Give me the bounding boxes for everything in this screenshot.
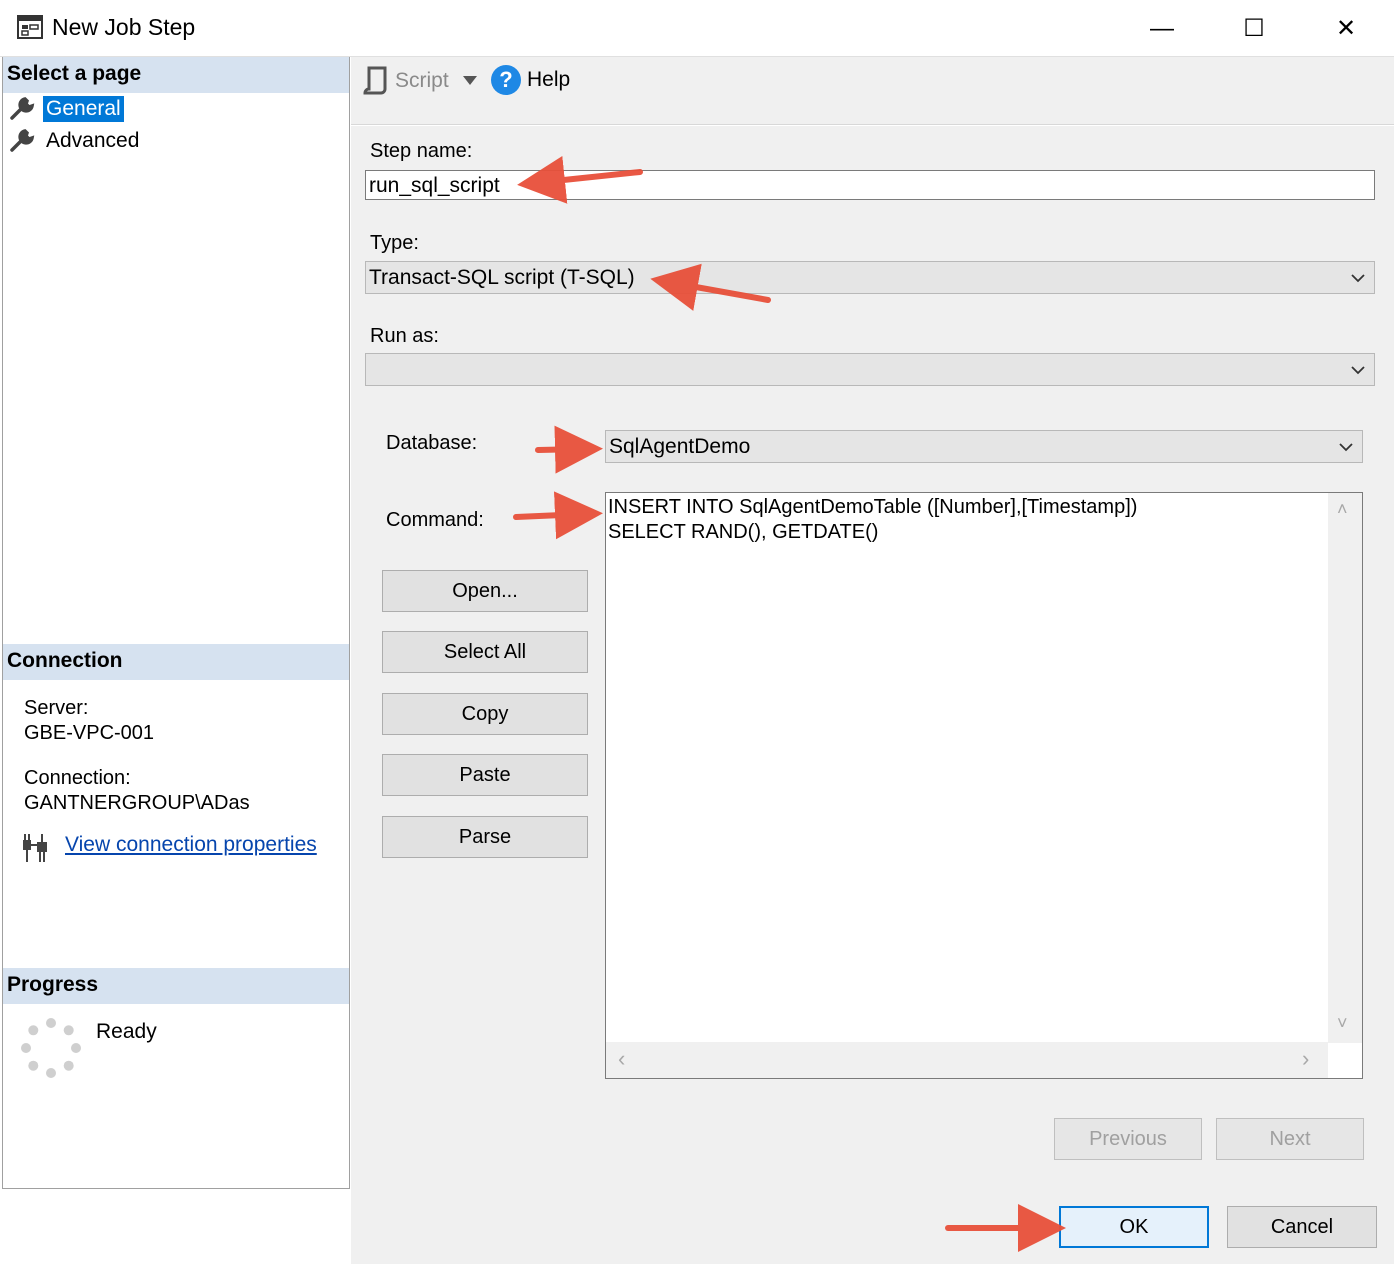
progress-spinner-icon bbox=[21, 1018, 81, 1078]
type-select[interactable]: Transact-SQL script (T-SQL) bbox=[365, 261, 1375, 294]
progress-header: Progress bbox=[3, 968, 349, 1004]
progress-status: Ready bbox=[96, 1020, 157, 1043]
window-title: New Job Step bbox=[52, 14, 196, 40]
minimize-button[interactable]: — bbox=[1116, 0, 1208, 57]
wrench-icon bbox=[10, 129, 35, 152]
scroll-left-icon[interactable]: ‹ bbox=[618, 1046, 625, 1072]
page-item-general[interactable]: General bbox=[9, 94, 124, 124]
chevron-down-icon bbox=[1339, 443, 1353, 452]
parse-button[interactable]: Parse bbox=[382, 816, 588, 858]
vertical-scrollbar[interactable]: ˄ ˅ bbox=[1328, 493, 1362, 1043]
script-button[interactable]: Script bbox=[361, 65, 483, 97]
help-label: Help bbox=[527, 68, 571, 91]
database-select-value: SqlAgentDemo bbox=[609, 435, 751, 458]
cancel-button[interactable]: Cancel bbox=[1227, 1206, 1377, 1248]
scroll-right-icon[interactable]: › bbox=[1302, 1046, 1309, 1072]
wrench-icon bbox=[10, 97, 35, 120]
help-button[interactable]: ? Help bbox=[491, 65, 570, 95]
scroll-up-icon[interactable]: ˄ bbox=[1337, 499, 1348, 520]
ok-button[interactable]: OK bbox=[1059, 1206, 1209, 1248]
page-item-label: General bbox=[43, 96, 124, 122]
view-connection-properties-link[interactable]: View connection properties bbox=[65, 833, 317, 857]
previous-button[interactable]: Previous bbox=[1054, 1118, 1202, 1160]
chevron-down-icon bbox=[1351, 366, 1365, 375]
horizontal-scrollbar[interactable]: ‹ › bbox=[606, 1042, 1328, 1078]
title-bar: New Job Step — ☐ ✕ bbox=[0, 0, 1394, 57]
close-button[interactable]: ✕ bbox=[1300, 0, 1392, 57]
run-as-label: Run as: bbox=[370, 325, 439, 347]
command-textarea[interactable]: INSERT INTO SqlAgentDemoTable ([Number],… bbox=[605, 492, 1363, 1079]
connection-label: Connection: bbox=[24, 767, 131, 789]
scroll-down-icon[interactable]: ˅ bbox=[1337, 1013, 1348, 1034]
toolbar: Script ? Help bbox=[351, 57, 1394, 125]
plug-icon bbox=[23, 834, 47, 862]
connection-header: Connection bbox=[3, 644, 349, 680]
command-line: SELECT RAND(), GETDATE() bbox=[608, 521, 879, 543]
copy-button[interactable]: Copy bbox=[382, 693, 588, 735]
server-label: Server: bbox=[24, 697, 89, 719]
command-text: INSERT INTO SqlAgentDemoTable ([Number],… bbox=[608, 495, 1137, 545]
run-as-select[interactable] bbox=[365, 353, 1375, 386]
command-line: INSERT INTO SqlAgentDemoTable ([Number],… bbox=[608, 496, 1138, 518]
chevron-down-icon bbox=[1351, 274, 1365, 283]
maximize-button[interactable]: ☐ bbox=[1208, 0, 1300, 57]
help-icon: ? bbox=[491, 65, 521, 95]
next-button[interactable]: Next bbox=[1216, 1118, 1364, 1160]
database-select[interactable]: SqlAgentDemo bbox=[605, 430, 1363, 463]
select-all-button[interactable]: Select All bbox=[382, 631, 588, 673]
type-label: Type: bbox=[370, 232, 419, 254]
server-value: GBE-VPC-001 bbox=[24, 722, 155, 744]
page-item-label: Advanced bbox=[46, 129, 140, 152]
paste-button[interactable]: Paste bbox=[382, 754, 588, 796]
dialog-footer: OK Cancel bbox=[351, 1189, 1394, 1264]
job-step-window-icon bbox=[17, 15, 43, 39]
command-label: Command: bbox=[386, 509, 484, 531]
dropdown-caret-icon[interactable] bbox=[462, 76, 477, 86]
step-name-label: Step name: bbox=[370, 140, 473, 162]
page-item-advanced[interactable]: Advanced bbox=[9, 126, 142, 156]
type-select-value: Transact-SQL script (T-SQL) bbox=[369, 266, 635, 289]
database-label: Database: bbox=[386, 432, 478, 454]
general-page-form: Step name: run_sql_script Type: Transact… bbox=[351, 126, 1394, 1189]
script-icon bbox=[363, 66, 387, 95]
connection-value: GANTNERGROUP\ADas bbox=[24, 792, 250, 814]
script-label: Script bbox=[395, 69, 449, 92]
open-button[interactable]: Open... bbox=[382, 570, 588, 612]
left-panel: Select a page General Advanced Connectio… bbox=[2, 57, 350, 1189]
step-name-input[interactable]: run_sql_script bbox=[365, 170, 1375, 200]
select-a-page-header: Select a page bbox=[3, 57, 349, 93]
